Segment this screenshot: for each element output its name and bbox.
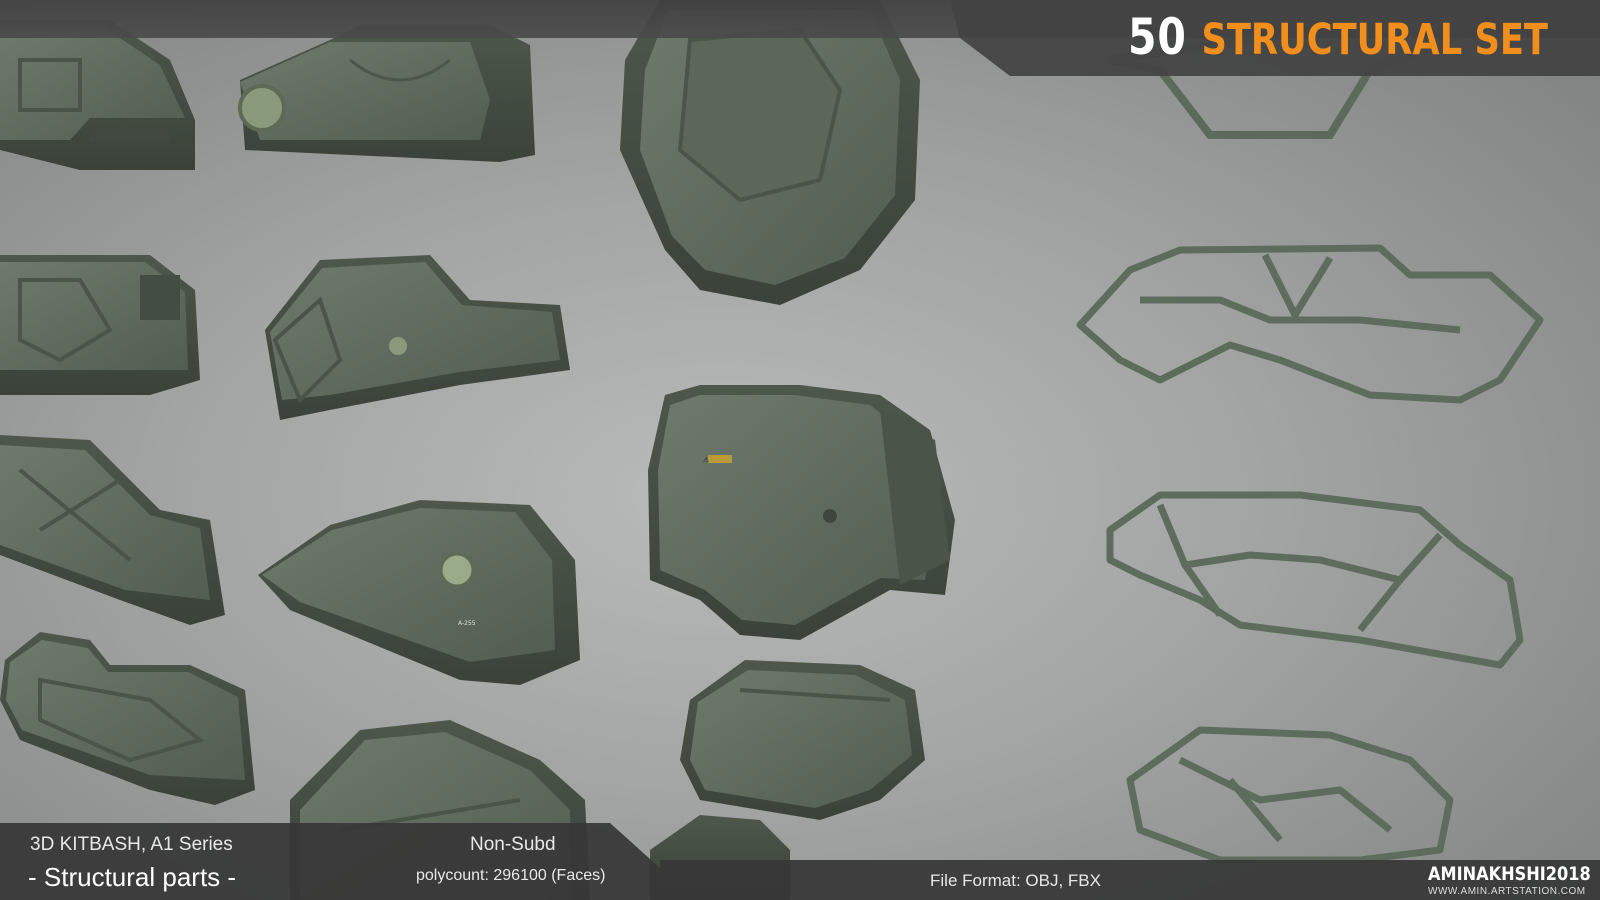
warning-label — [708, 455, 732, 463]
file-format-label: File Format: OBJ, FBX — [930, 871, 1101, 890]
structural-part-left-3 — [0, 435, 225, 625]
page-title: 50 STRUCTURAL SET — [1128, 8, 1548, 66]
brand-label: AMINAKHSHI2018 — [1428, 863, 1591, 885]
render-scene: A-255 ⚠ — [0, 0, 1544, 900]
svg-text:⚠: ⚠ — [703, 456, 710, 464]
structural-part-wedge — [680, 660, 925, 820]
round-port-icon — [439, 552, 475, 588]
title-count: 50 — [1128, 8, 1187, 66]
structural-part-left-4 — [0, 632, 255, 805]
part-code-decal: A-255 — [458, 620, 476, 627]
gauge-icon — [389, 337, 407, 355]
website-label: WWW.AMIN.ARTSTATION.COM — [1428, 886, 1586, 897]
structural-part-housing: A-255 — [258, 500, 580, 685]
frame-part-4 — [1126, 726, 1454, 864]
frame-part-3 — [1106, 491, 1524, 669]
round-port-icon — [238, 84, 286, 132]
structural-part-left-2 — [0, 255, 200, 395]
frame-part-2 — [1076, 244, 1544, 404]
polycount-label: polycount: 296100 (Faces) — [416, 867, 606, 884]
subd-label: Non-Subd — [470, 834, 556, 855]
structural-part-bracket — [265, 255, 570, 420]
category-label: - Structural parts - — [28, 862, 237, 892]
series-label: 3D KITBASH, A1 Series — [30, 834, 233, 855]
title-name: STRUCTURAL SET — [1201, 15, 1548, 65]
structural-part-armor-block: ⚠ — [648, 385, 955, 640]
